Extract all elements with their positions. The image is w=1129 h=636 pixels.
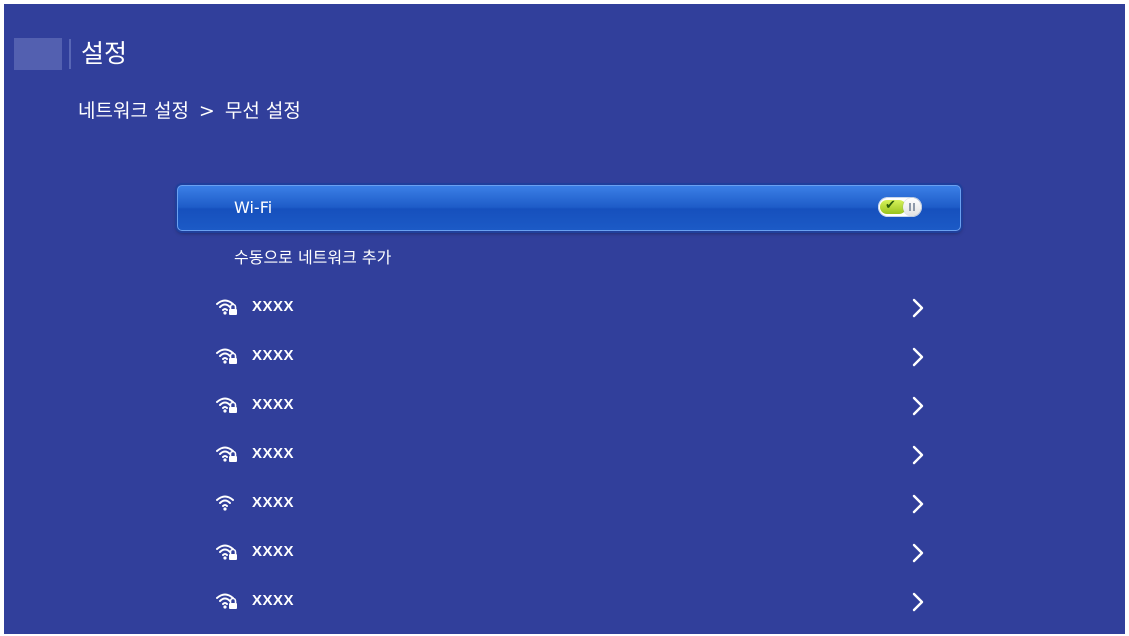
network-item-7[interactable]: XXXX — [176, 577, 962, 626]
page-title: 설정 — [81, 39, 128, 68]
wifi-toggle-switch[interactable]: ✔ — [878, 197, 922, 217]
network-name: XXXX — [252, 396, 295, 413]
network-item-2[interactable]: XXXX — [176, 332, 962, 381]
wifi-toggle-row[interactable]: Wi-Fi ✔ — [177, 185, 961, 231]
wifi-label: Wi-Fi — [234, 198, 273, 217]
network-item-4[interactable]: XXXX — [176, 430, 962, 479]
check-icon: ✔ — [885, 198, 896, 213]
network-item-5[interactable]: XXXX — [176, 479, 962, 528]
network-name: XXXX — [252, 445, 295, 462]
wifi-lock-icon — [216, 299, 237, 315]
header-divider — [69, 39, 71, 69]
wifi-lock-icon — [216, 348, 237, 364]
settings-screen: 설정 네트워크 설정 > 무선 설정 Wi-Fi ✔ 수동으로 네트워크 추가 — [4, 4, 1125, 634]
add-network-manually-label: 수동으로 네트워크 추가 — [234, 248, 392, 267]
network-list: Wi-Fi ✔ 수동으로 네트워크 추가 XXXX XXXX XXXX XXXX… — [176, 185, 962, 626]
chevron-right-icon — [912, 592, 924, 612]
chevron-right-icon — [912, 445, 924, 465]
chevron-right-icon — [912, 347, 924, 367]
network-item-3[interactable]: XXXX — [176, 381, 962, 430]
app-logo — [14, 38, 62, 70]
wifi-lock-icon — [216, 397, 237, 413]
network-item-1[interactable]: XXXX — [176, 283, 962, 332]
network-name: XXXX — [252, 347, 295, 364]
network-name: XXXX — [252, 543, 295, 560]
breadcrumb-parent[interactable]: 네트워크 설정 — [78, 100, 189, 122]
wifi-lock-icon — [216, 446, 237, 462]
chevron-right-icon — [912, 494, 924, 514]
wifi-lock-icon — [216, 544, 237, 560]
toggle-knob — [903, 198, 921, 216]
add-network-manually-item[interactable]: 수동으로 네트워크 추가 — [176, 231, 962, 283]
wifi-lock-icon — [216, 593, 237, 609]
chevron-right-icon — [912, 396, 924, 416]
chevron-right-icon — [912, 298, 924, 318]
header: 설정 — [4, 32, 127, 76]
breadcrumb-current: 무선 설정 — [224, 100, 301, 122]
wifi-icon — [216, 495, 234, 511]
chevron-right-icon — [912, 543, 924, 563]
breadcrumb-separator: > — [198, 100, 215, 122]
network-name: XXXX — [252, 494, 295, 511]
breadcrumb: 네트워크 설정 > 무선 설정 — [78, 97, 301, 125]
network-item-6[interactable]: XXXX — [176, 528, 962, 577]
network-name: XXXX — [252, 592, 295, 609]
network-name: XXXX — [252, 298, 295, 315]
